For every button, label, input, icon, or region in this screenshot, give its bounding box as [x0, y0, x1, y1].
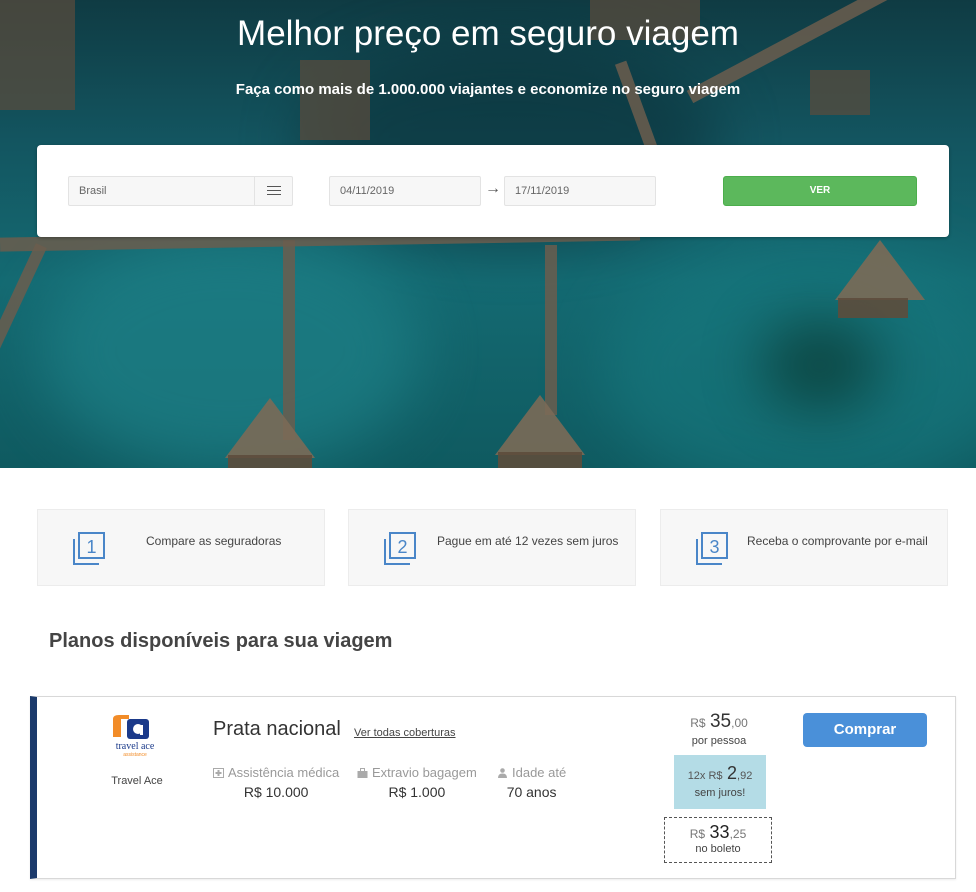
price-note: por pessoa	[691, 735, 747, 747]
price-currency: R$	[690, 716, 706, 730]
installment-cents: ,92	[737, 770, 753, 782]
step-1-number: 1	[86, 537, 96, 557]
plans-section-title: Planos disponíveis para sua viagem	[49, 630, 393, 652]
boleto-amount: 33	[709, 822, 730, 842]
boleto-note: no boleto	[695, 843, 741, 855]
boleto-currency: R$	[689, 827, 706, 841]
return-date-input[interactable]: 17/11/2019	[504, 176, 656, 206]
step-2-label: Pague em até 12 vezes sem juros	[437, 534, 619, 548]
svg-text:travel ace: travel ace	[116, 741, 155, 752]
departure-date-input[interactable]: 04/11/2019	[329, 176, 481, 206]
search-submit-button[interactable]: VER	[723, 176, 917, 206]
price-per-person: R$ 35,00 por pessoa	[669, 711, 769, 747]
luggage-icon	[357, 768, 368, 778]
arrow-right-icon: →	[485, 180, 501, 197]
person-icon	[498, 768, 507, 778]
step-card-2: 2 Pague em até 12 vezes sem juros	[348, 509, 636, 586]
feature-luggage-label: Extravio bagagem	[372, 765, 477, 780]
price-amount: 35	[709, 711, 732, 732]
step-card-1: 1 Compare as seguradoras	[37, 509, 325, 586]
feature-age-label: Idade até	[512, 765, 567, 780]
return-date-value: 17/11/2019	[515, 185, 570, 197]
feature-medical-label: Assistência médica	[228, 765, 340, 780]
medical-cross-icon	[213, 768, 224, 778]
view-coverage-link[interactable]: Ver todas coberturas	[354, 727, 456, 739]
destination-value: Brasil	[79, 185, 107, 197]
installment-amount: 2	[727, 763, 738, 783]
step-2-number: 2	[397, 537, 407, 557]
feature-luggage: Extravio bagagem R$ 1.000	[357, 765, 477, 800]
hero-title: Melhor preço em seguro viagem	[237, 14, 739, 53]
step-3-label: Receba o comprovante por e-mail	[747, 534, 928, 548]
step-2-icon: 2	[384, 532, 416, 565]
plan-name: Prata nacional	[213, 718, 341, 740]
departure-date-value: 04/11/2019	[340, 185, 395, 197]
installment-prefix: 12x R$	[687, 770, 723, 782]
feature-medical-value: R$ 10.000	[243, 784, 309, 800]
search-panel: Brasil 04/11/2019 → 17/11/2019 VER	[37, 145, 949, 237]
step-3-number: 3	[709, 537, 719, 557]
boleto-price: R$ 33,25 no boleto	[664, 817, 772, 863]
feature-age-value: 70 anos	[506, 784, 557, 800]
step-1-label: Compare as seguradoras	[146, 534, 282, 548]
feature-medical: Assistência médica R$ 10.000	[213, 765, 339, 800]
destination-menu-button[interactable]	[254, 177, 292, 205]
destination-select[interactable]: Brasil	[68, 176, 293, 206]
plan-card: travel ace assistance Travel Ace Prata n…	[30, 696, 956, 879]
travel-ace-logo: travel ace assistance	[113, 715, 155, 758]
svg-text:assistance: assistance	[123, 752, 147, 758]
step-3-icon: 3	[696, 532, 728, 565]
step-1-icon: 1	[73, 532, 105, 565]
insurer-name: Travel Ace	[111, 775, 163, 787]
feature-age: Idade até 70 anos	[497, 765, 566, 800]
installment-note: sem juros!	[694, 787, 746, 799]
price-cents: ,00	[731, 716, 748, 730]
feature-luggage-value: R$ 1.000	[388, 784, 446, 800]
hero-subtitle: Faça como mais de 1.000.000 viajantes e …	[235, 81, 741, 98]
boleto-cents: ,25	[729, 827, 747, 841]
list-icon	[266, 186, 281, 196]
buy-button[interactable]: Comprar	[803, 713, 927, 747]
step-card-3: 3 Receba o comprovante por e-mail	[660, 509, 948, 586]
installment-price: 12x R$ 2,92 sem juros!	[674, 755, 766, 809]
